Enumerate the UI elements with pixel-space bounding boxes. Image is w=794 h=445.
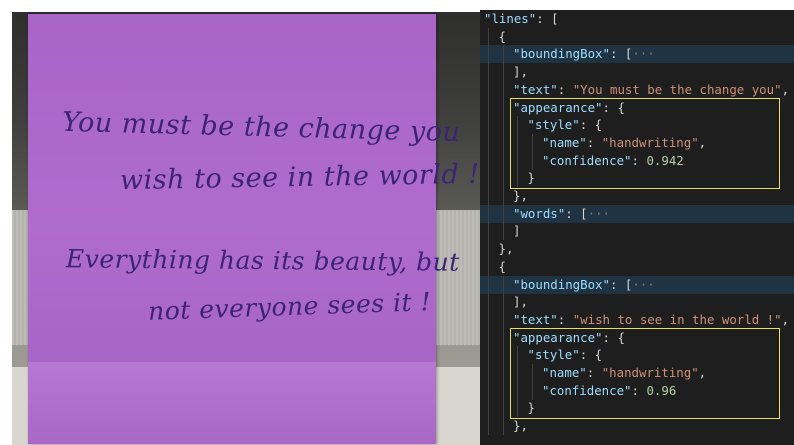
indent-guide — [502, 45, 504, 64]
punctuation: : — [557, 311, 573, 327]
photo-border-top — [0, 0, 480, 12]
code-line[interactable]: "text": "wish to see in the world !", — [480, 310, 794, 329]
punctuation: : [ — [609, 276, 633, 292]
indent-guide — [488, 151, 489, 170]
punctuation: : [ — [609, 46, 633, 62]
indent-guide — [488, 116, 489, 135]
code-line[interactable]: "text": "You must be the change you", — [480, 80, 794, 99]
fold-ellipsis[interactable]: ··· — [588, 206, 610, 221]
json-editor[interactable]: "lines": [{"boundingBox": [···], "text": … — [480, 10, 794, 445]
punctuation: }, — [513, 418, 528, 434]
code-line[interactable]: }, — [480, 417, 794, 436]
indent-guide — [488, 399, 489, 418]
indent-guide — [502, 293, 504, 312]
json-key: "lines" — [484, 11, 537, 26]
punctuation: , — [781, 311, 790, 327]
punctuation: }, — [498, 241, 514, 257]
punctuation: { — [498, 258, 506, 274]
indent-guide — [502, 364, 504, 382]
code-line[interactable]: "lines": [ — [480, 10, 794, 28]
code-line[interactable]: "boundingBox": [··· — [480, 275, 794, 294]
indent-guide — [502, 169, 504, 188]
punctuation: : [ — [536, 11, 559, 26]
indent-guide — [502, 417, 504, 436]
code-line[interactable]: { — [480, 257, 794, 276]
indent-guide — [488, 240, 489, 259]
punctuation: ], — [513, 294, 528, 310]
editor-border-top — [480, 0, 794, 10]
indent-guide — [502, 346, 504, 365]
note-line-3: Everything has its beauty, but — [65, 244, 460, 277]
json-key: "text" — [513, 311, 558, 327]
indent-guide — [488, 328, 489, 347]
appearance-highlight-box — [510, 327, 780, 420]
fold-ellipsis[interactable]: ··· — [632, 277, 654, 292]
punctuation: : — [557, 81, 573, 97]
indent-guide — [488, 133, 489, 152]
sticky-note-photo: You must be the change you wish to see i… — [0, 0, 480, 445]
indent-guide — [488, 257, 489, 276]
indent-guide — [502, 98, 504, 117]
indent-guide — [502, 381, 504, 400]
punctuation: , — [781, 81, 790, 97]
indent-guide — [488, 275, 489, 294]
indent-guide — [488, 45, 489, 64]
indent-guide — [488, 222, 489, 241]
indent-guide — [488, 346, 489, 365]
indent-guide — [502, 116, 504, 135]
punctuation: ], — [513, 64, 528, 80]
code-line[interactable]: "boundingBox": [··· — [480, 45, 794, 64]
sticky-note-fold — [28, 362, 436, 444]
indent-guide — [502, 222, 504, 241]
json-key: "text" — [513, 81, 558, 97]
code-line[interactable]: ], — [480, 293, 794, 312]
punctuation: }, — [513, 188, 528, 203]
indent-guide — [502, 80, 504, 99]
indent-guide — [488, 63, 489, 82]
appearance-highlight-box — [510, 97, 780, 189]
indent-guide — [488, 204, 489, 223]
code-line[interactable]: { — [480, 27, 794, 46]
json-key: "boundingBox" — [513, 276, 610, 292]
punctuation: { — [498, 28, 506, 44]
indent-guide — [488, 381, 489, 400]
indent-guide — [488, 293, 489, 312]
indent-guide — [488, 27, 489, 46]
code-line[interactable]: ], — [480, 63, 794, 82]
indent-guide — [502, 63, 504, 82]
indent-guide — [488, 187, 489, 205]
indent-guide — [502, 399, 504, 418]
indent-guide — [502, 275, 504, 294]
code-line[interactable]: ] — [480, 222, 794, 241]
note-line-2: wish to see in the world ! — [119, 158, 480, 197]
indent-guide — [502, 310, 504, 329]
indent-guide — [488, 98, 489, 117]
punctuation: ] — [513, 223, 521, 239]
indent-guide — [488, 80, 489, 99]
json-key: "boundingBox" — [513, 46, 610, 62]
code-line[interactable]: }, — [480, 240, 794, 259]
code-line[interactable]: "words": [··· — [480, 204, 794, 223]
json-string: "You must be the change you" — [572, 81, 782, 97]
indent-guide — [488, 169, 489, 188]
indent-guide — [502, 204, 504, 223]
code-line[interactable]: }, — [480, 187, 794, 205]
indent-guide — [488, 417, 489, 436]
indent-guide — [502, 151, 504, 170]
fold-ellipsis[interactable]: ··· — [632, 46, 654, 61]
json-key: "words" — [513, 205, 566, 221]
indent-guide — [502, 328, 504, 347]
indent-guide — [488, 310, 489, 329]
indent-guide — [488, 364, 489, 382]
json-string: "wish to see in the world !" — [572, 311, 782, 327]
indent-guide — [502, 133, 504, 152]
photo-border-left — [0, 0, 12, 445]
indent-guide — [502, 187, 504, 205]
punctuation: : [ — [565, 205, 588, 221]
